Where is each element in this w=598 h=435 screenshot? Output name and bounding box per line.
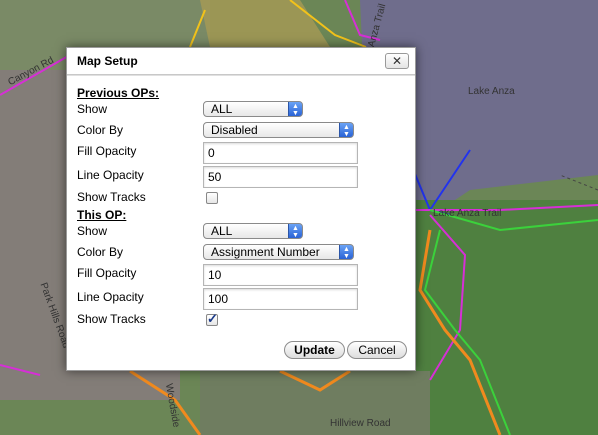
update-button[interactable]: Update (284, 341, 345, 359)
this-show-label: Show (77, 224, 108, 238)
prev-show-select[interactable]: ALL ▲ ▼ (203, 101, 303, 117)
select-arrows-icon: ▲ ▼ (288, 224, 302, 238)
this-show-value: ALL (211, 224, 233, 238)
cancel-button[interactable]: Cancel (347, 341, 407, 359)
this-show-tracks-label: Show Tracks (77, 312, 146, 326)
prev-show-tracks-label: Show Tracks (77, 190, 146, 204)
prev-show-value: ALL (211, 102, 233, 116)
close-icon: ✕ (391, 54, 403, 68)
this-color-by-label: Color By (77, 245, 124, 259)
prev-line-opacity-label: Line Opacity (77, 168, 144, 182)
select-arrows-icon: ▲ ▼ (339, 123, 353, 137)
select-arrows-icon: ▲ ▼ (288, 102, 302, 116)
this-show-select[interactable]: ALL ▲ ▼ (203, 223, 303, 239)
close-button[interactable]: ✕ (385, 53, 409, 69)
prev-color-by-value: Disabled (211, 123, 258, 137)
select-arrows-icon: ▲ ▼ (339, 245, 353, 259)
prev-fill-opacity-input[interactable]: 0 (203, 142, 358, 164)
this-op-header: This OP: (77, 208, 127, 222)
map-label-lake-anza-trail: Lake Anza Trail (433, 208, 502, 219)
map-label-lake: Lake Anza (468, 86, 515, 97)
this-fill-opacity-label: Fill Opacity (77, 266, 137, 280)
prev-show-tracks-checkbox[interactable] (206, 192, 218, 204)
this-line-opacity-label: Line Opacity (77, 290, 144, 304)
this-color-by-select[interactable]: Assignment Number ▲ ▼ (203, 244, 354, 260)
previous-ops-header: Previous OPs: (77, 86, 160, 100)
prev-fill-opacity-label: Fill Opacity (77, 144, 137, 158)
this-show-tracks-checkbox[interactable] (206, 311, 218, 327)
dialog-titlebar[interactable]: Map Setup ✕ (67, 48, 415, 75)
dialog-body: Previous OPs: Show ALL ▲ ▼ Color By Disab… (67, 75, 415, 372)
map-label-hillview: Hillview Road (330, 418, 391, 429)
prev-show-label: Show (77, 102, 108, 116)
prev-color-by-select[interactable]: Disabled ▲ ▼ (203, 122, 354, 138)
this-fill-opacity-input[interactable]: 10 (203, 264, 358, 286)
map-setup-dialog: Map Setup ✕ Previous OPs: Show ALL ▲ ▼ Co… (66, 47, 416, 371)
this-line-opacity-input[interactable]: 100 (203, 288, 358, 310)
this-color-by-value: Assignment Number (211, 245, 320, 259)
dialog-title: Map Setup (77, 54, 138, 68)
prev-color-by-label: Color By (77, 123, 124, 137)
prev-line-opacity-input[interactable]: 50 (203, 166, 358, 188)
